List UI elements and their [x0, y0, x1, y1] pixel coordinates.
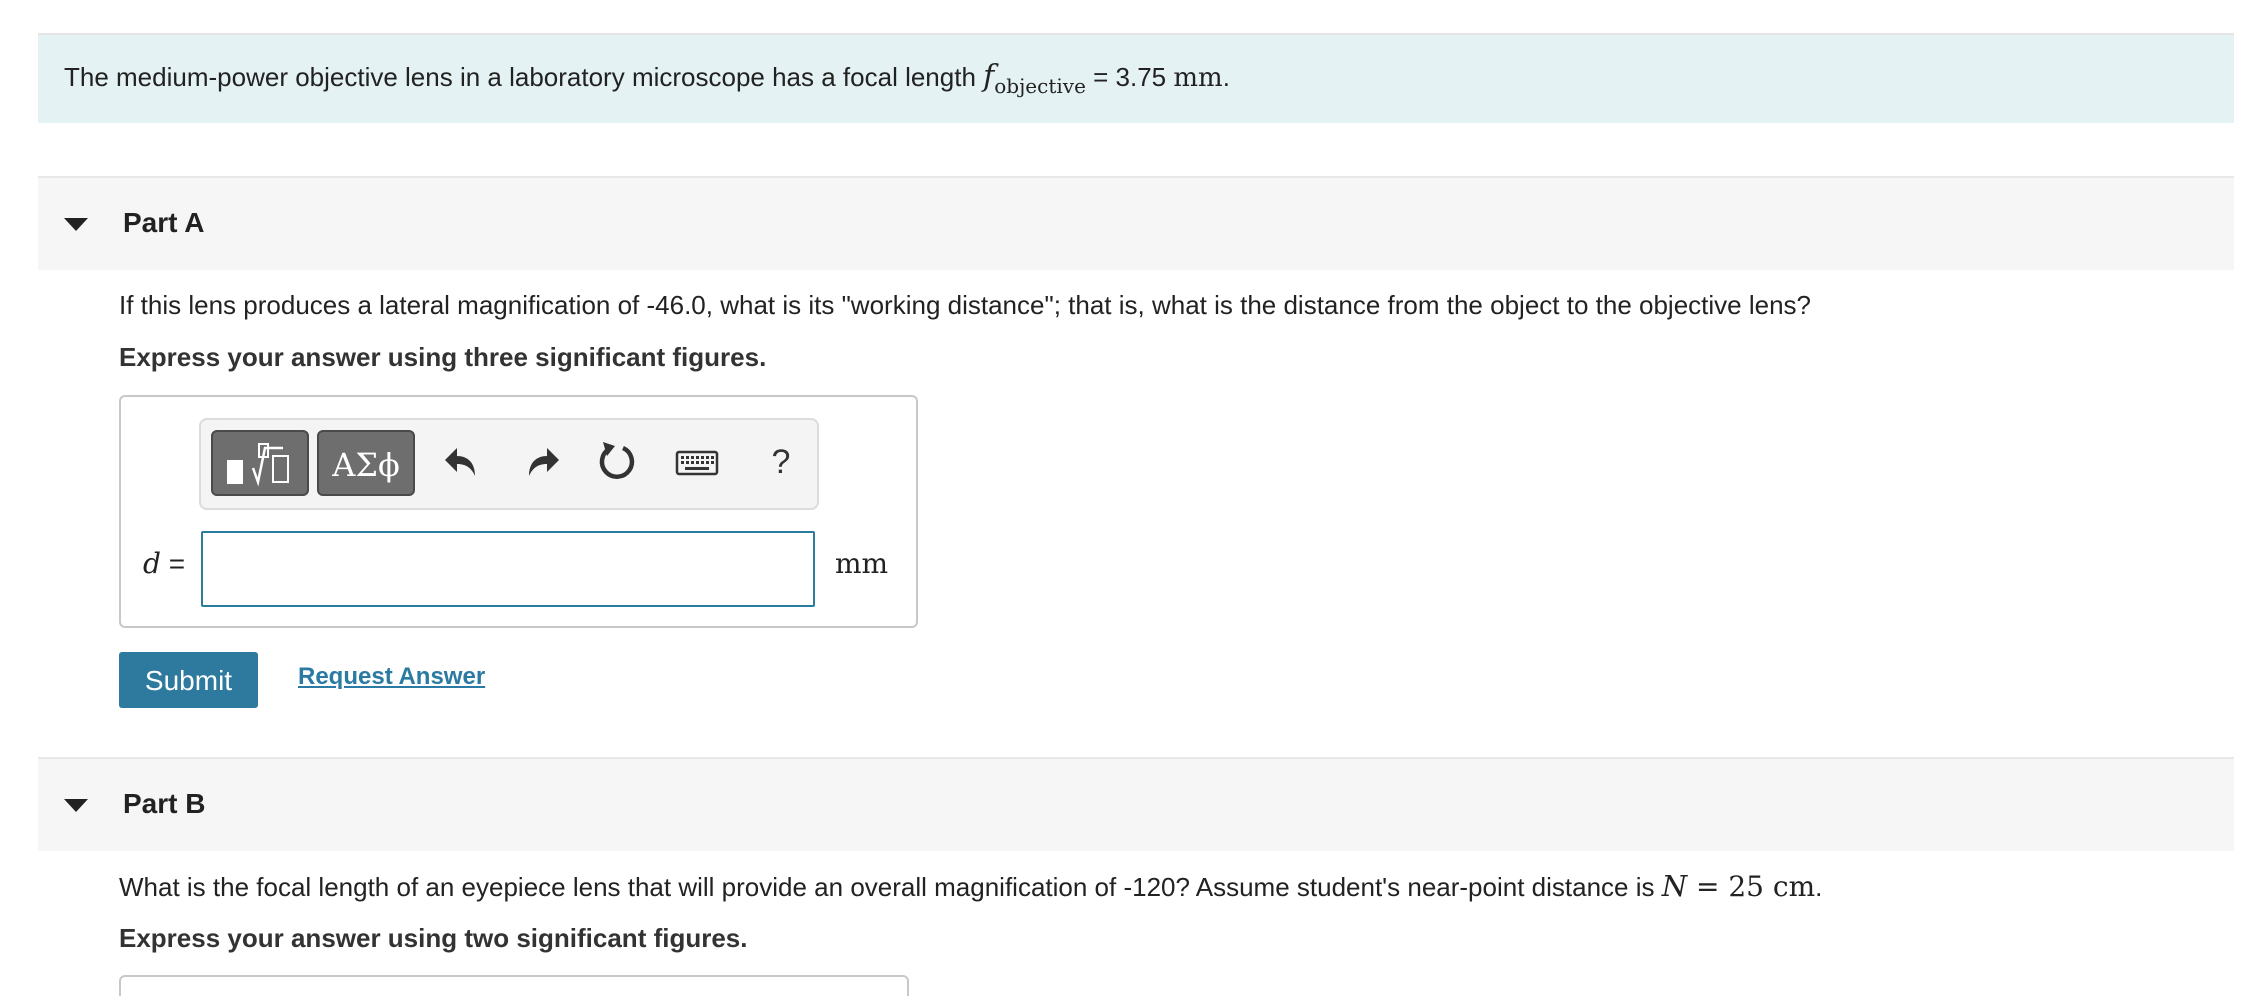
part-b-instruction: Express your answer using two significan…: [119, 923, 748, 953]
help-button[interactable]: ?: [757, 438, 805, 486]
part-a-header[interactable]: Part A: [38, 176, 2234, 270]
part-b-answer-box: [119, 975, 909, 996]
answer-variable: d: [143, 547, 161, 580]
intro-period: .: [1222, 62, 1230, 92]
reset-button[interactable]: [593, 438, 641, 486]
collapse-chevron-icon[interactable]: [64, 799, 88, 812]
part-a-title: Part A: [123, 207, 205, 238]
focal-length-subscript: objective: [994, 74, 1086, 98]
part-a-question: If this lens produces a lateral magnific…: [119, 290, 1811, 320]
part-b-question-period: .: [1815, 872, 1823, 902]
greek-symbols-label: ΑΣϕ: [332, 446, 400, 484]
redo-button[interactable]: [517, 438, 565, 486]
request-answer-link[interactable]: Request Answer: [298, 660, 485, 694]
intro-text-lead: The medium-power objective lens in a lab…: [64, 62, 984, 92]
intro-text: The medium-power objective lens in a lab…: [64, 57, 1230, 99]
near-point-value: = 25 cm: [1687, 870, 1816, 903]
keyboard-icon: [675, 450, 719, 476]
focal-length-value: = 3.75: [1085, 62, 1174, 92]
collapse-chevron-icon[interactable]: [64, 218, 88, 231]
redo-icon: [529, 448, 559, 476]
part-b-question-text: What is the focal length of an eyepiece …: [119, 872, 1662, 902]
part-a-instruction: Express your answer using three signific…: [119, 342, 767, 372]
part-a-answer-box: ΑΣϕ ? d = mm: [119, 395, 918, 628]
page: The medium-power objective lens in a lab…: [0, 0, 2256, 996]
answer-unit: mm: [835, 547, 889, 580]
reset-icon: [599, 442, 635, 479]
answer-variable-label: d =: [143, 547, 185, 581]
focal-length-unit: mm: [1173, 63, 1223, 93]
answer-input[interactable]: [201, 531, 815, 607]
submit-button[interactable]: Submit: [119, 652, 258, 708]
problem-intro: The medium-power objective lens in a lab…: [38, 35, 2234, 123]
focal-length-symbol: f: [983, 59, 995, 94]
templates-icon: [227, 443, 289, 487]
undo-button[interactable]: [439, 438, 487, 486]
answer-equals: =: [160, 548, 186, 579]
math-toolbar: ΑΣϕ ?: [199, 418, 819, 510]
part-b-title: Part B: [123, 788, 206, 819]
part-b-question: What is the focal length of an eyepiece …: [119, 868, 1822, 905]
undo-icon: [445, 448, 475, 476]
part-b-header[interactable]: Part B: [38, 757, 2234, 851]
near-point-symbol: N: [1661, 869, 1688, 903]
keyboard-button[interactable]: [673, 438, 721, 486]
greek-symbols-button[interactable]: ΑΣϕ: [317, 430, 415, 496]
templates-button[interactable]: [211, 430, 309, 496]
